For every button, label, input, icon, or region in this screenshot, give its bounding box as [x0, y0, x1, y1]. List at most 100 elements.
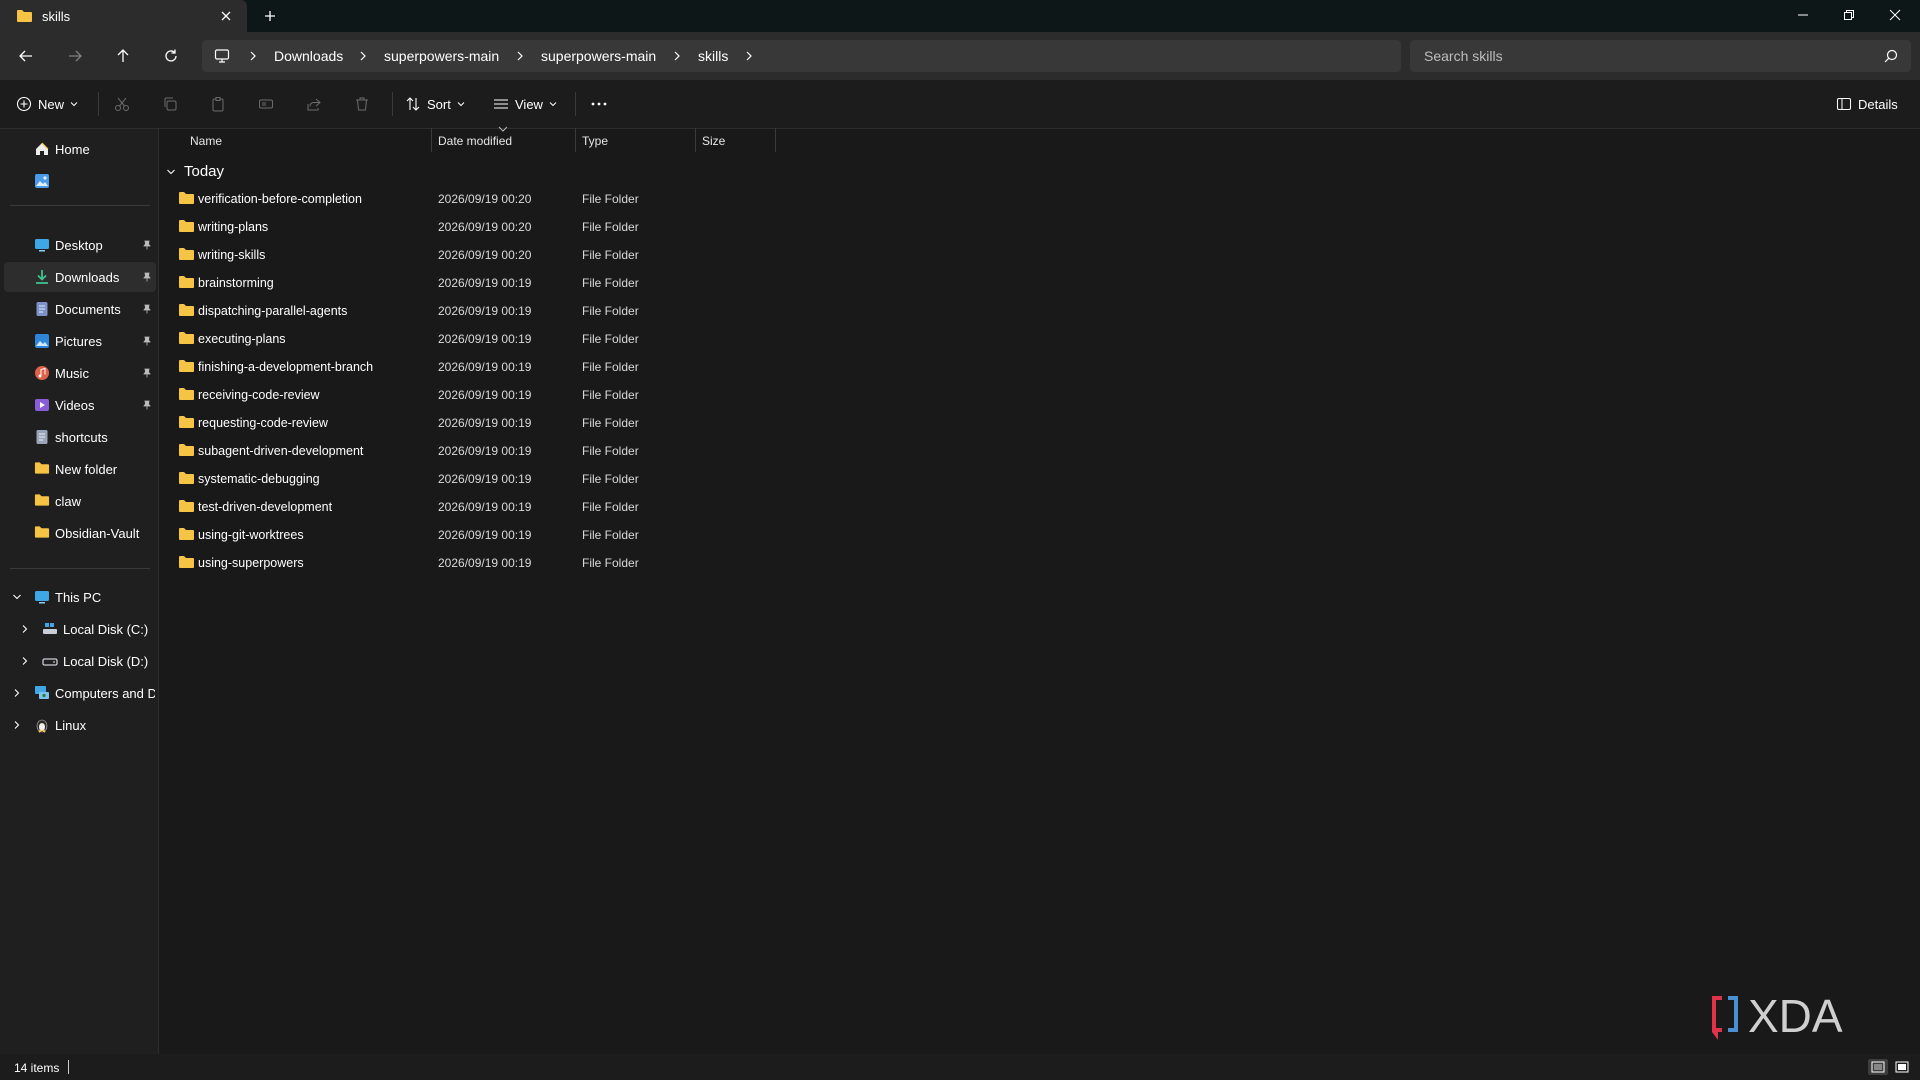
breadcrumb-item[interactable]: superpowers-main [541, 48, 656, 64]
rename-button[interactable] [258, 92, 274, 116]
column-divider[interactable] [775, 128, 776, 152]
column-header-type[interactable]: Type [582, 134, 608, 148]
column-header-name[interactable]: Name [190, 134, 222, 148]
breadcrumb-item[interactable]: skills [698, 48, 728, 64]
file-row[interactable]: using-git-worktrees 2026/09/19 00:19 File … [166, 521, 780, 549]
sidebar-item-claw[interactable]: claw [4, 486, 156, 516]
file-name: verification-before-completion [198, 192, 362, 206]
breadcrumb-item[interactable]: Downloads [274, 48, 343, 64]
search-input[interactable] [1424, 47, 1864, 65]
back-button[interactable] [12, 44, 40, 68]
sidebar-item-downloads[interactable]: Downloads [4, 262, 156, 292]
up-button[interactable] [109, 44, 137, 68]
paste-button[interactable] [210, 92, 226, 116]
file-type: File Folder [582, 528, 639, 542]
sidebar-item-new-folder[interactable]: New folder [4, 454, 156, 484]
file-row[interactable]: test-driven-development 2026/09/19 00:19 F… [166, 493, 780, 521]
file-row[interactable]: systematic-debugging 2026/09/19 00:19 File… [166, 465, 780, 493]
folder-icon [178, 331, 194, 345]
column-divider[interactable] [575, 128, 576, 152]
pin-icon[interactable] [142, 272, 152, 282]
sidebar-item-videos[interactable]: Videos [4, 390, 156, 420]
search-icon[interactable] [1884, 49, 1898, 63]
breadcrumb-chevron-icon[interactable] [671, 50, 683, 62]
file-row[interactable]: requesting-code-review 2026/09/19 00:19 Fi… [166, 409, 780, 437]
file-row[interactable]: subagent-driven-development 2026/09/19 00… [166, 437, 780, 465]
sidebar-item-label: Downloads [55, 270, 120, 285]
file-row[interactable]: dispatching-parallel-agents 2026/09/19 00… [166, 297, 780, 325]
file-type: File Folder [582, 472, 639, 486]
cut-button[interactable] [114, 92, 130, 116]
sidebar-item-linux[interactable]: Linux [4, 710, 156, 740]
group-header-today[interactable]: Today [166, 163, 224, 180]
chevron-down-icon[interactable] [12, 592, 22, 602]
view-button[interactable]: View [493, 92, 557, 116]
file-name: subagent-driven-development [198, 444, 364, 458]
breadcrumb-chevron-icon[interactable] [514, 50, 526, 62]
column-header-size[interactable]: Size [702, 134, 725, 148]
column-divider[interactable] [431, 128, 432, 152]
drive-icon [42, 653, 58, 669]
chevron-right-icon[interactable] [20, 656, 30, 666]
sort-label: Sort [427, 96, 451, 112]
file-row[interactable]: receiving-code-review 2026/09/19 00:19 Fil… [166, 381, 780, 409]
sidebar-item-this-pc[interactable]: This PC [4, 582, 156, 612]
restore-icon[interactable] [1826, 0, 1872, 30]
folder-icon [178, 191, 194, 205]
details-pane-button[interactable]: Details [1836, 92, 1898, 116]
new-tab-icon[interactable] [262, 8, 278, 24]
breadcrumb-chevron-icon[interactable] [247, 50, 259, 62]
close-tab-icon[interactable] [218, 8, 234, 24]
sidebar-item-local-disk-d[interactable]: Local Disk (D:) [4, 646, 156, 676]
sidebar-item-pictures[interactable]: Pictures [4, 326, 156, 356]
address-bar[interactable] [202, 40, 1401, 72]
pin-icon[interactable] [142, 304, 152, 314]
delete-button[interactable] [354, 92, 370, 116]
sidebar-item-documents[interactable]: Documents [4, 294, 156, 324]
pin-icon[interactable] [142, 400, 152, 410]
more-options-button[interactable] [590, 92, 608, 116]
details-view-button[interactable] [1868, 1059, 1888, 1075]
pin-icon[interactable] [142, 240, 152, 250]
breadcrumb-chevron-icon[interactable] [743, 50, 755, 62]
sidebar-item-shortcuts[interactable]: shortcuts [4, 422, 156, 452]
refresh-button[interactable] [157, 44, 185, 68]
sidebar-item-home[interactable]: Home [4, 134, 156, 164]
close-window-icon[interactable] [1872, 0, 1918, 30]
sidebar-item-network[interactable]: Computers and De [4, 678, 156, 708]
file-row[interactable]: verification-before-completion 2026/09/19… [166, 185, 780, 213]
sidebar-item-local-disk-c[interactable]: Local Disk (C:) [4, 614, 156, 644]
tab-label: skills [42, 9, 71, 24]
column-divider[interactable] [695, 128, 696, 152]
copy-button[interactable] [162, 92, 178, 116]
file-date: 2026/09/19 00:19 [438, 472, 532, 486]
breadcrumb-chevron-icon[interactable] [357, 50, 369, 62]
sidebar-item-desktop[interactable]: Desktop [4, 230, 156, 260]
chevron-right-icon[interactable] [12, 688, 22, 698]
file-row[interactable]: finishing-a-development-branch 2026/09/19… [166, 353, 780, 381]
file-row[interactable]: writing-skills 2026/09/19 00:20 File Folde… [166, 241, 780, 269]
new-label: New [38, 96, 65, 112]
large-icons-view-button[interactable] [1892, 1059, 1912, 1075]
file-row[interactable]: brainstorming 2026/09/19 00:19 File Folder [166, 269, 780, 297]
pin-icon[interactable] [142, 336, 152, 346]
forward-button[interactable] [61, 44, 89, 68]
minimize-icon[interactable] [1780, 0, 1826, 30]
column-header-date-modified[interactable]: Date modified [438, 134, 512, 148]
sidebar-item-obsidian-vault[interactable]: Obsidian-Vault [4, 518, 156, 548]
file-row[interactable]: using-superpowers 2026/09/19 00:19 File Fo… [166, 549, 780, 577]
chevron-right-icon[interactable] [12, 720, 22, 730]
chevron-right-icon[interactable] [20, 624, 30, 634]
sidebar-item-music[interactable]: Music [4, 358, 156, 388]
monitor-icon[interactable] [214, 48, 230, 64]
pin-icon[interactable] [142, 368, 152, 378]
breadcrumb-item[interactable]: superpowers-main [384, 48, 499, 64]
tab-skills[interactable] [0, 0, 247, 32]
file-row[interactable]: writing-plans 2026/09/19 00:20 File Folder [166, 213, 780, 241]
new-button[interactable]: New [16, 92, 78, 116]
folder-icon [34, 461, 50, 477]
file-row[interactable]: executing-plans 2026/09/19 00:19 File Fold… [166, 325, 780, 353]
share-button[interactable] [306, 92, 322, 116]
sidebar-item-gallery[interactable] [4, 166, 156, 196]
sort-button[interactable]: Sort [405, 92, 465, 116]
